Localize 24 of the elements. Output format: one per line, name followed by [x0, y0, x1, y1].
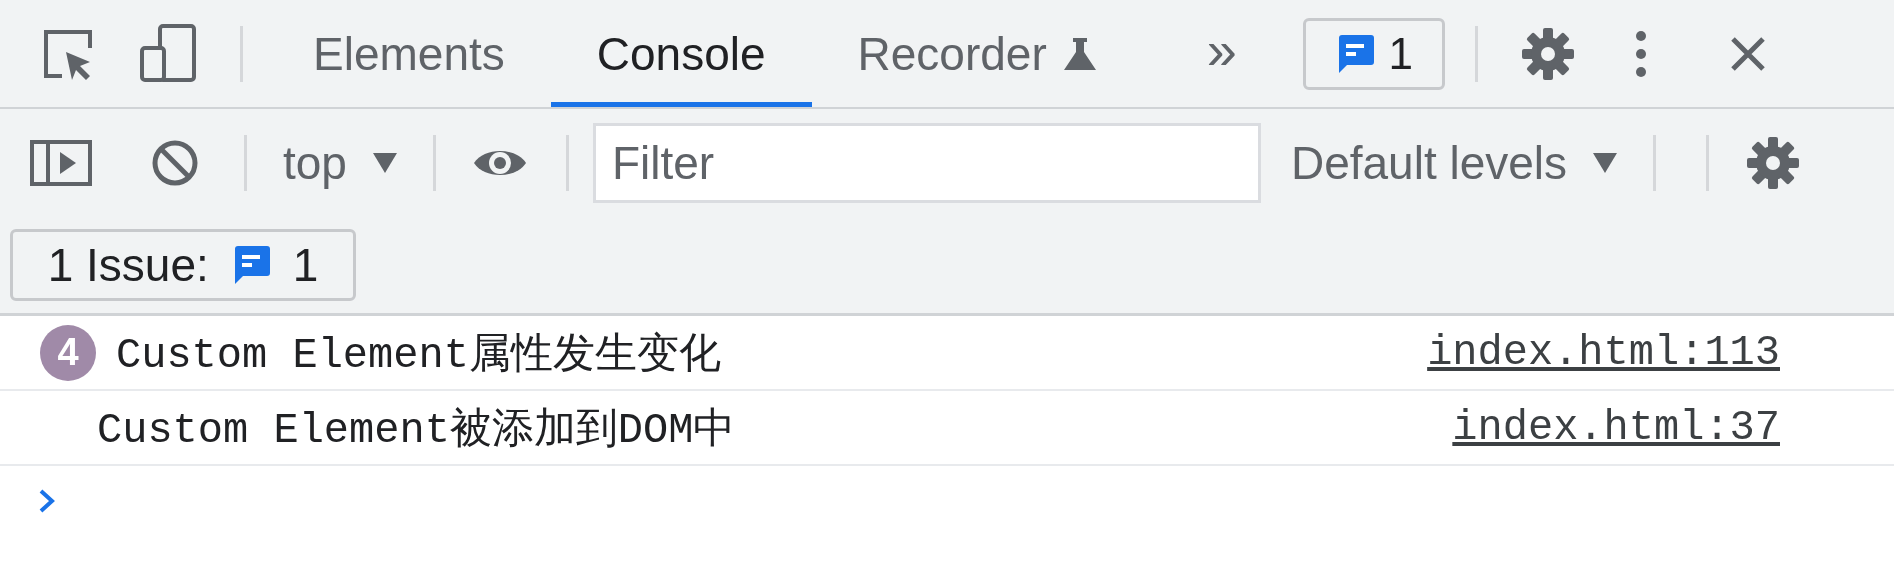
tab[interactable]: Elements [267, 0, 551, 107]
console-message: Custom Element属性发生变化 [116, 330, 722, 381]
close-icon[interactable] [1729, 35, 1766, 72]
settings-icon[interactable] [1519, 25, 1576, 82]
flask-icon [1062, 35, 1097, 72]
sidebar-icon[interactable] [30, 140, 92, 186]
settings-icon[interactable] [1745, 135, 1802, 191]
source-link[interactable]: index.html:37 [1452, 403, 1780, 452]
caret-icon [1593, 153, 1618, 173]
context-dropdown[interactable]: top [247, 136, 433, 190]
clear-icon[interactable] [150, 138, 200, 188]
device-icon[interactable] [138, 23, 198, 84]
levels-dropdown[interactable]: Default levels [1260, 136, 1654, 190]
issues-button[interactable]: 1 Issue: 1 [10, 229, 356, 301]
issues-button[interactable]: 1 [1302, 17, 1445, 90]
prompt-chevron-icon[interactable] [38, 488, 56, 514]
console-message: Custom Element被添加到DOM中 [97, 405, 737, 456]
caret-icon [372, 153, 397, 173]
repeat-count-badge: 4 [40, 324, 96, 381]
source-link[interactable]: index.html:113 [1427, 328, 1780, 377]
more-icon[interactable] [1633, 28, 1648, 79]
tab[interactable]: Recorder [811, 0, 1143, 107]
more-tabs-button[interactable]: » [1202, 18, 1241, 89]
filter-field[interactable]: Filter [592, 123, 1261, 203]
